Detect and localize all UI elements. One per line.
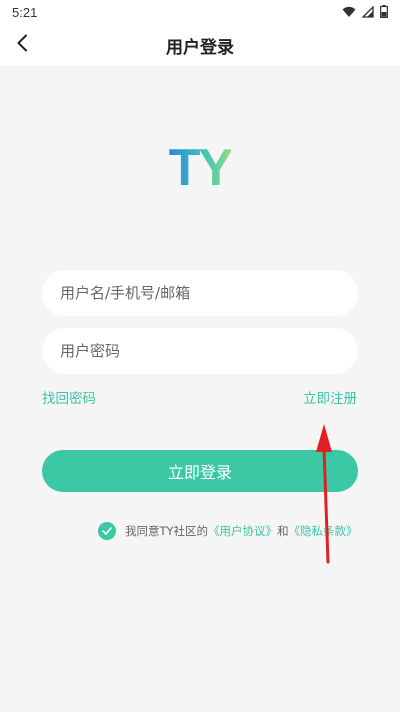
password-input[interactable] — [60, 342, 340, 360]
check-icon — [102, 524, 112, 538]
privacy-policy-link[interactable]: 《隐私条款》 — [289, 523, 358, 539]
nav-bar: 用户登录 — [0, 24, 400, 66]
chevron-left-icon — [16, 34, 28, 56]
agreement-prefix: 我同意TY社区的 — [125, 524, 209, 538]
battery-icon — [380, 3, 388, 22]
login-content: TY 找回密码 立即注册 立即登录 我同意TY社区的 《用户协议》 和 《隐私条… — [0, 66, 400, 712]
register-link[interactable]: 立即注册 — [303, 387, 357, 407]
login-button[interactable]: 立即登录 — [42, 450, 358, 492]
back-button[interactable] — [6, 28, 38, 62]
password-field-wrapper — [42, 328, 358, 374]
username-input[interactable] — [60, 284, 340, 302]
status-time: 5:21 — [12, 4, 38, 20]
agreement-checkbox[interactable] — [98, 522, 116, 540]
status-icons — [342, 3, 388, 22]
user-agreement-link[interactable]: 《用户协议》 — [208, 523, 277, 539]
signal-icon — [361, 3, 374, 22]
username-field-wrapper — [42, 270, 358, 316]
agreement-row: 我同意TY社区的 《用户协议》 和 《隐私条款》 — [98, 521, 358, 541]
page-title: 用户登录 — [166, 37, 234, 58]
agreement-conjunction: 和 — [277, 524, 289, 538]
wifi-icon — [342, 3, 356, 22]
logo: TY — [0, 138, 400, 198]
forgot-password-link[interactable]: 找回密码 — [42, 387, 96, 407]
status-bar: 5:21 — [0, 0, 400, 24]
logo-text: TY — [168, 139, 233, 197]
